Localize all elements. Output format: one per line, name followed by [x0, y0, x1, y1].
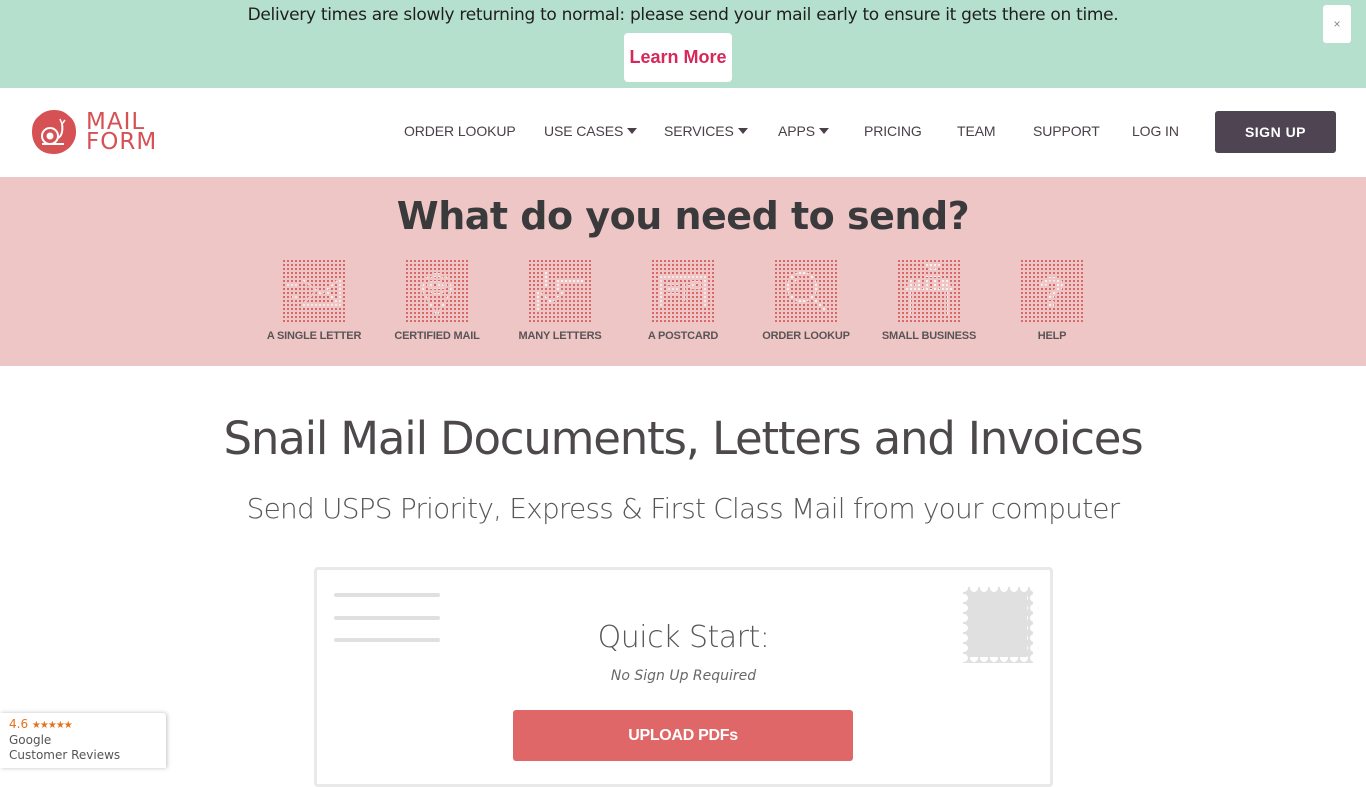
- announcement-banner: Delivery times are slowly returning to n…: [0, 0, 1366, 88]
- storefront-icon: [905, 264, 953, 316]
- send-options-section: What do you need to send? A SINGLE LETTE…: [0, 177, 1366, 366]
- section-title: What do you need to send?: [396, 194, 970, 238]
- rating-value: 4.6: [9, 717, 29, 731]
- nav-use-cases[interactable]: USE CASES: [544, 123, 638, 139]
- hero-title: Snail Mail Documents, Letters and Invoic…: [223, 412, 1144, 465]
- postcard-icon: [660, 276, 706, 308]
- sign-up-button[interactable]: SIGN UP: [1215, 111, 1336, 153]
- tile-order-lookup[interactable]: ORDER LOOKUP: [744, 259, 868, 342]
- nav-pricing[interactable]: PRICING: [864, 123, 922, 139]
- stacked-envelopes-icon: [536, 269, 586, 313]
- tile-certified-mail[interactable]: CERTIFIED MAIL: [375, 259, 499, 342]
- tile-help[interactable]: ? HELP: [990, 259, 1114, 342]
- learn-more-button[interactable]: Learn More: [624, 33, 732, 82]
- question-mark-icon: ?: [1039, 268, 1066, 317]
- hero-subtitle: Send USPS Priority, Express & First Clas…: [246, 492, 1121, 525]
- tile-single-letter[interactable]: A SINGLE LETTER: [252, 259, 376, 342]
- quick-start-title: Quick Start:: [597, 620, 770, 655]
- close-banner-button[interactable]: ×: [1323, 5, 1351, 43]
- caret-down-icon: [737, 128, 748, 134]
- magnifier-icon: [786, 271, 828, 313]
- tile-small-business[interactable]: SMALL BUSINESS: [867, 259, 991, 342]
- nav-apps[interactable]: APPS: [778, 123, 829, 139]
- nav-order-lookup[interactable]: ORDER LOOKUP: [404, 123, 516, 139]
- svg-text:?: ?: [1039, 268, 1066, 317]
- announcement-text: Delivery times are slowly returning to n…: [247, 5, 1119, 25]
- nav-log-in[interactable]: LOG IN: [1132, 123, 1179, 139]
- quick-start-subtitle: No Sign Up Required: [610, 668, 757, 684]
- main-nav: ORDER LOOKUP USE CASES SERVICES APPS PRI…: [0, 88, 1366, 177]
- upload-pdfs-button[interactable]: UPLOAD PDFs: [513, 710, 853, 761]
- quick-start-card: Quick Start: No Sign Up Required UPLOAD …: [314, 567, 1053, 787]
- tile-many-letters[interactable]: MANY LETTERS: [498, 259, 622, 342]
- customer-reviews-label: Customer Reviews: [9, 748, 121, 762]
- rating-stars-icon: ★★★★★: [31, 720, 73, 731]
- tile-postcard[interactable]: A POSTCARD: [621, 259, 745, 342]
- caret-down-icon: [818, 128, 829, 134]
- site-header: MAIL FORM ORDER LOOKUP USE CASES SERVICE…: [0, 88, 1366, 177]
- google-label: Google: [9, 733, 52, 747]
- nav-support[interactable]: SUPPORT: [1033, 123, 1100, 139]
- nav-team[interactable]: TEAM: [957, 123, 996, 139]
- envelope-address-line: [334, 593, 440, 597]
- caret-down-icon: [627, 128, 638, 134]
- envelope-icon: [286, 278, 341, 306]
- location-pin-truck-icon: [422, 272, 452, 317]
- nav-services[interactable]: SERVICES: [664, 123, 748, 139]
- google-reviews-badge[interactable]: 4.6 ★★★★★ Google Customer Reviews: [0, 713, 166, 768]
- close-icon: ×: [1333, 17, 1341, 31]
